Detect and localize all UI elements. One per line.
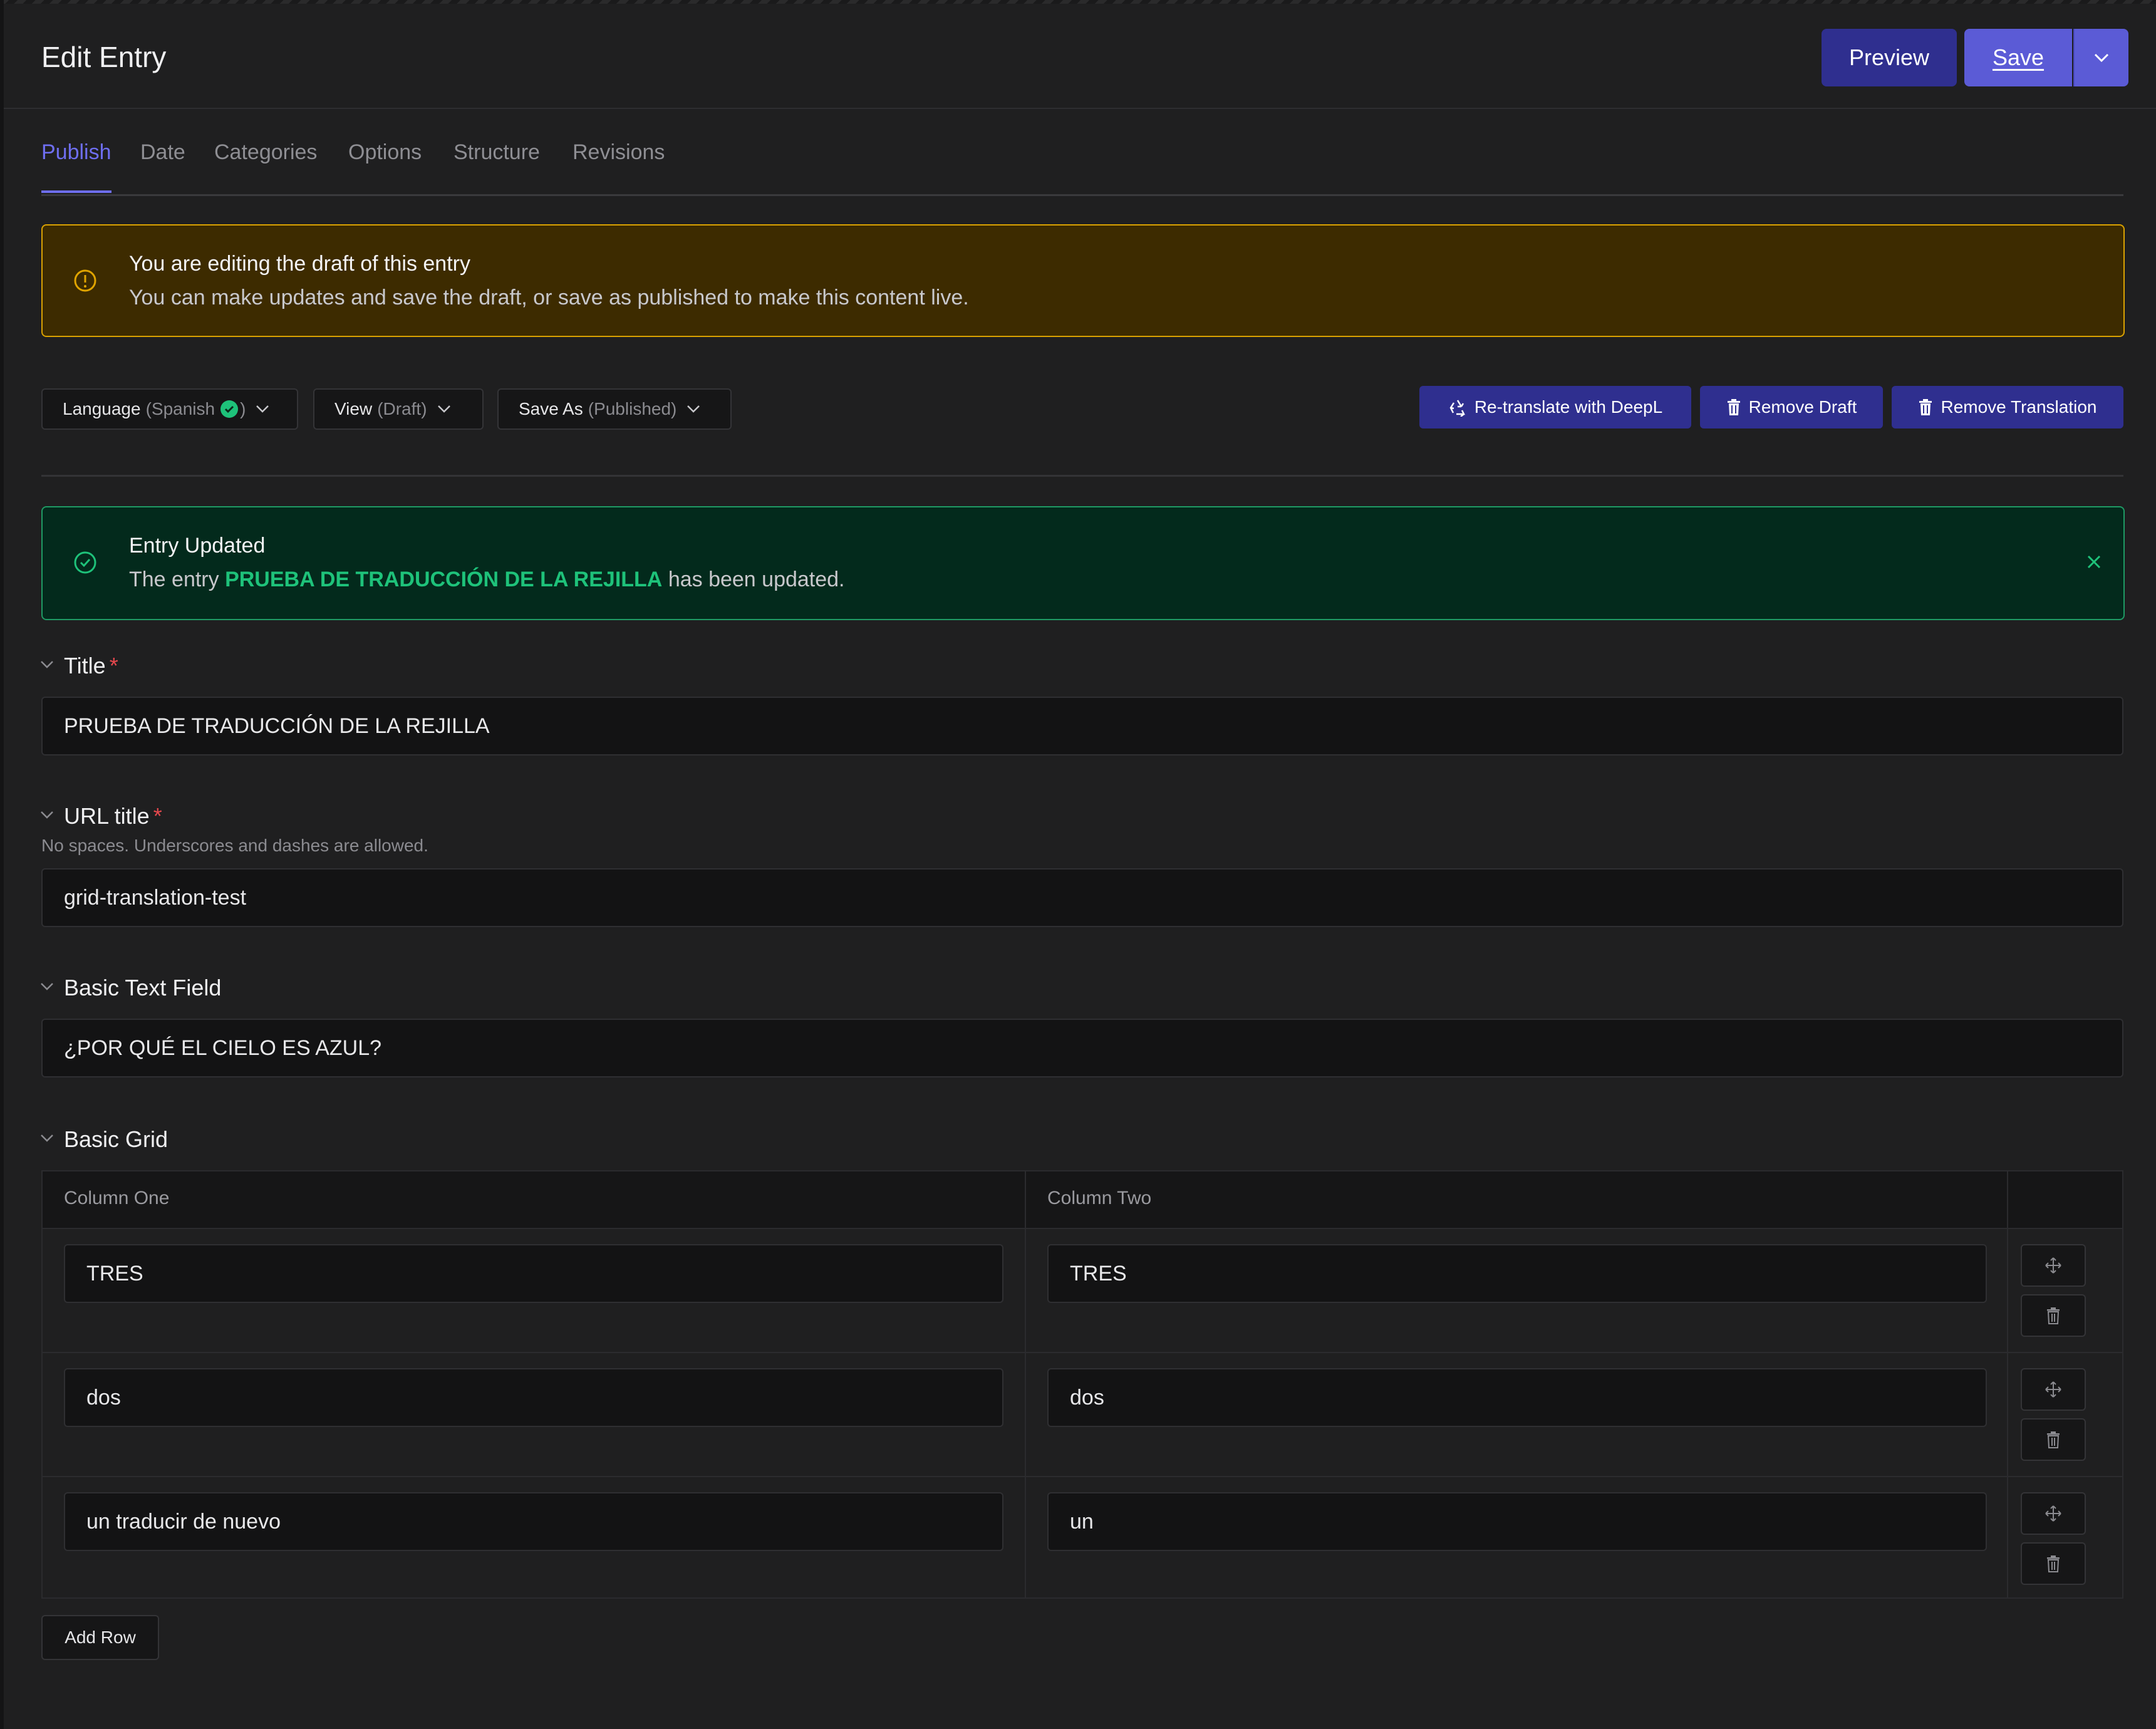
tab-structure[interactable]: Structure — [453, 140, 540, 165]
page: Edit Entry Preview Save Publish Date Cat… — [0, 0, 2156, 1729]
recycle-icon — [1449, 400, 1465, 417]
grid-cell-row3-col2[interactable]: un — [1047, 1492, 1987, 1551]
grid-cell-row2-col2[interactable]: dos — [1047, 1368, 1987, 1427]
basic-text-field-label: Basic Text Field — [64, 975, 222, 1000]
title-label-text: Title — [64, 653, 106, 678]
save-as-value: (Published) — [588, 399, 677, 418]
trash-icon — [2047, 1555, 2060, 1572]
grid-cell-row1-col1[interactable]: TRES — [64, 1244, 1003, 1303]
remove-translation-label: Remove Translation — [1941, 397, 2097, 417]
view-label: View — [334, 399, 373, 418]
row2-move-button[interactable] — [2021, 1368, 2086, 1411]
save-as-label: Save As — [519, 399, 583, 418]
tab-publish[interactable]: Publish — [41, 140, 111, 165]
close-icon[interactable] — [2083, 551, 2105, 573]
basic-grid-label: Basic Grid — [64, 1126, 168, 1152]
entry-updated-description: The entry PRUEBA DE TRADUCCIÓN DE LA REJ… — [129, 568, 845, 592]
move-icon — [2045, 1257, 2061, 1274]
row1-delete-button[interactable] — [2021, 1294, 2086, 1337]
url-title-label-text: URL title — [64, 803, 150, 829]
draft-alert-description: You can make updates and save the draft,… — [129, 286, 969, 309]
tab-date[interactable]: Date — [140, 140, 185, 165]
column-divider — [2007, 1171, 2008, 1597]
grid-cell-row1-col2[interactable]: TRES — [1047, 1244, 1987, 1303]
move-icon — [2045, 1505, 2061, 1522]
language-label: Language — [63, 399, 141, 418]
column-divider — [1025, 1171, 1026, 1597]
row-divider — [43, 1352, 2122, 1353]
title-field-label: Title * — [64, 653, 118, 679]
entry-updated-prefix: The entry — [129, 568, 219, 591]
chevron-down-icon — [687, 405, 700, 413]
header: Edit Entry Preview Save — [4, 4, 2156, 109]
chevron-down-icon[interactable] — [40, 1134, 54, 1143]
retranslate-deepl-button[interactable]: Re-translate with DeepL — [1419, 386, 1691, 428]
view-dropdown[interactable]: View (Draft) — [313, 388, 484, 430]
chevron-down-icon — [2094, 53, 2109, 63]
tab-options[interactable]: Options — [348, 140, 422, 165]
row3-move-button[interactable] — [2021, 1492, 2086, 1535]
row3-delete-button[interactable] — [2021, 1542, 2086, 1585]
row-divider — [43, 1476, 2122, 1477]
title-input[interactable]: PRUEBA DE TRADUCCIÓN DE LA REJILLA — [41, 697, 2123, 755]
required-marker: * — [153, 803, 162, 829]
grid-cell-row3-col1[interactable]: un traducir de nuevo — [64, 1492, 1003, 1551]
url-title-hint: No spaces. Underscores and dashes are al… — [41, 836, 428, 855]
view-value: (Draft) — [377, 399, 427, 418]
column-header-two: Column Two — [1047, 1188, 1152, 1208]
grid-cell-row2-col1[interactable]: dos — [64, 1368, 1003, 1427]
draft-alert: You are editing the draft of this entry … — [41, 224, 2125, 337]
save-button[interactable]: Save — [1964, 29, 2072, 86]
chevron-down-icon — [256, 405, 269, 413]
url-title-input[interactable]: grid-translation-test — [41, 868, 2123, 927]
add-row-button[interactable]: Add Row — [41, 1615, 159, 1660]
column-header-one: Column One — [64, 1188, 170, 1208]
basic-grid-table: Column One Column Two TRES TRES dos dos … — [41, 1170, 2123, 1599]
alert-circle-icon — [74, 269, 96, 292]
grid-header-row: Column One Column Two — [43, 1171, 2122, 1229]
chevron-down-icon — [437, 405, 450, 413]
move-icon — [2045, 1381, 2061, 1398]
tab-categories[interactable]: Categories — [214, 140, 317, 165]
retranslate-label: Re-translate with DeepL — [1474, 397, 1663, 417]
remove-translation-button[interactable]: Remove Translation — [1892, 386, 2123, 428]
entry-updated-entry-name: PRUEBA DE TRADUCCIÓN DE LA REJILLA — [225, 568, 663, 591]
page-left-edge — [0, 0, 4, 1729]
tab-bar: Publish Date Categories Options Structur… — [41, 125, 2123, 196]
active-tab-indicator — [41, 190, 111, 193]
required-marker: * — [109, 653, 118, 678]
chevron-down-icon[interactable] — [40, 660, 54, 669]
entry-updated-alert: Entry Updated The entry PRUEBA DE TRADUC… — [41, 506, 2125, 620]
trash-icon — [2047, 1431, 2060, 1448]
trash-icon — [1727, 399, 1740, 415]
trash-icon — [2047, 1307, 2060, 1324]
check-circle-icon — [74, 551, 96, 574]
entry-updated-title: Entry Updated — [129, 534, 266, 558]
entry-updated-suffix: has been updated. — [668, 568, 845, 591]
page-title: Edit Entry — [41, 41, 167, 73]
language-dropdown[interactable]: Language (Spanish ) — [41, 388, 298, 430]
url-title-field-label: URL title * — [64, 803, 162, 829]
trash-icon — [1919, 399, 1932, 415]
save-as-dropdown[interactable]: Save As (Published) — [497, 388, 732, 430]
tab-revisions[interactable]: Revisions — [573, 140, 665, 165]
chevron-down-icon[interactable] — [40, 982, 54, 991]
row1-move-button[interactable] — [2021, 1244, 2086, 1287]
draft-alert-title: You are editing the draft of this entry — [129, 252, 470, 276]
language-value: (Spanish — [145, 399, 215, 418]
row2-delete-button[interactable] — [2021, 1418, 2086, 1461]
remove-draft-label: Remove Draft — [1748, 397, 1857, 417]
check-circle-icon — [220, 400, 239, 418]
save-options-button[interactable] — [2073, 29, 2128, 86]
preview-button[interactable]: Preview — [1822, 29, 1957, 86]
remove-draft-button[interactable]: Remove Draft — [1700, 386, 1883, 428]
chevron-down-icon[interactable] — [40, 811, 54, 819]
divider — [41, 475, 2123, 477]
language-value-suffix: ) — [240, 399, 246, 418]
basic-text-input[interactable]: ¿POR QUÉ EL CIELO ES AZUL? — [41, 1019, 2123, 1077]
